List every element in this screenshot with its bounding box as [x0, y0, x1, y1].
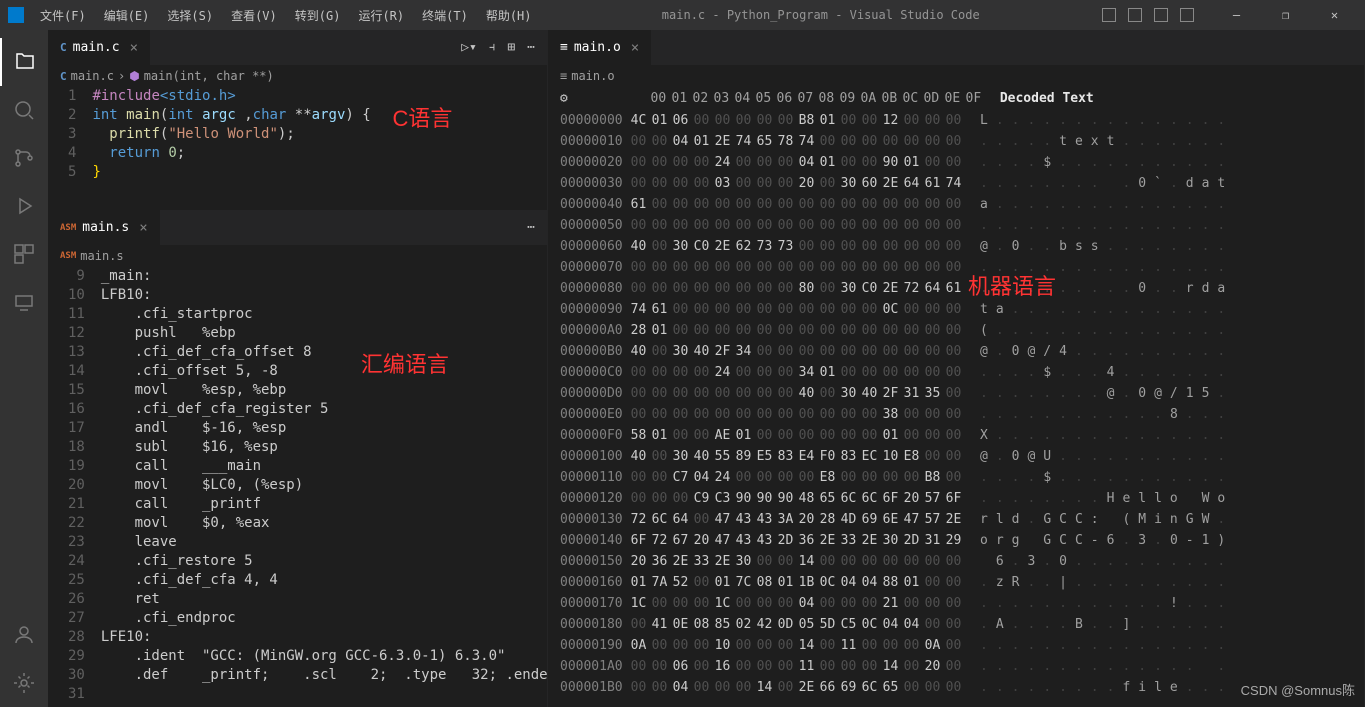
hex-row[interactable]: 000000907461000000000000000000000C000000… [548, 299, 1364, 320]
hex-row[interactable]: 000000A028010000000000000000000000000000… [548, 320, 1364, 341]
minimize-button[interactable]: — [1214, 0, 1259, 30]
menu-item[interactable]: 查看(V) [223, 3, 285, 28]
menu-item[interactable]: 帮助(H) [478, 3, 540, 28]
annotation-c: C语言 [392, 109, 452, 128]
gear-icon[interactable]: ⚙ [548, 91, 580, 106]
tab-main-c[interactable]: C main.c × [48, 30, 151, 65]
more-icon[interactable]: ⋯ [527, 220, 535, 235]
settings-gear-icon[interactable] [0, 659, 48, 707]
window-controls: — ❐ ✕ [1214, 0, 1357, 30]
c-file-icon: C [60, 41, 67, 54]
hex-row[interactable]: 000000B0400030402F3400000000000000000000… [548, 341, 1364, 362]
hex-row[interactable]: 000001A000000600160000001100000014002000… [548, 656, 1364, 677]
more-icon[interactable]: ⋯ [527, 40, 535, 55]
hex-row[interactable]: 0000004061000000000000000000000000000000… [548, 194, 1364, 215]
hex-row[interactable]: 0000007000000000000000000000000000000000… [548, 257, 1364, 278]
code-editor-c[interactable]: 12345 #include<stdio.h> int main(int arg… [48, 87, 547, 182]
close-icon[interactable]: × [631, 40, 639, 56]
editor-top: C main.c × ▷▾ ⫞ ⊞ ⋯ C main.c › ⬢ main [48, 30, 547, 210]
watermark: CSDN @Somnus陈 [1241, 680, 1355, 699]
run-debug-icon[interactable] [0, 182, 48, 230]
hex-row[interactable]: 00000130726C64004743433A20284D696E47572E… [548, 509, 1364, 530]
tab-label: main.c [73, 40, 120, 55]
hex-file-icon: ≡ [560, 40, 568, 55]
hex-row[interactable]: 0000015020362E332E3000001400000000000000… [548, 551, 1364, 572]
hex-row[interactable]: 000000800000000000000000800030C02E726461… [548, 278, 1364, 299]
decoded-label: Decoded Text [984, 91, 1094, 106]
editor-bottom: ASM main.s × ⋯ ASM main.s 91011121314151… [48, 210, 547, 707]
hex-row[interactable]: 0000018000410E088502420D055DC50C04040000… [548, 614, 1364, 635]
layout-panel-icon[interactable] [1128, 8, 1142, 22]
tab-label: main.o [574, 40, 621, 55]
menu-bar: 文件(F)编辑(E)选择(S)查看(V)转到(G)运行(R)终端(T)帮助(H) [32, 3, 540, 28]
cube-icon: ⬢ [129, 69, 139, 83]
asm-file-icon: ASM [60, 223, 76, 233]
layout-controls [1102, 8, 1194, 22]
account-icon[interactable] [0, 611, 48, 659]
source-control-icon[interactable] [0, 134, 48, 182]
menu-item[interactable]: 选择(S) [159, 3, 221, 28]
breadcrumb[interactable]: C main.c › ⬢ main(int, char **) [48, 65, 547, 87]
hex-row[interactable]: 000001701C0000001C0000000400000021000000… [548, 593, 1364, 614]
search-icon[interactable] [0, 86, 48, 134]
menu-item[interactable]: 终端(T) [414, 3, 476, 28]
breadcrumb[interactable]: ASM main.s [48, 245, 547, 267]
tab-label: main.s [82, 220, 129, 235]
hex-row[interactable]: 00000010000004012E7465787400000000000000… [548, 131, 1364, 152]
explorer-icon[interactable] [0, 38, 48, 86]
hex-row[interactable]: 000000C000000000240000003401000000000000… [548, 362, 1364, 383]
hex-editor[interactable]: 000000004C01060000000000B801000012000000… [548, 110, 1364, 707]
hex-row[interactable]: 0000005000000000000000000000000000000000… [548, 215, 1364, 236]
menu-item[interactable]: 运行(R) [350, 3, 412, 28]
hex-row[interactable]: 000001900A000000100000001400110000000A00… [548, 635, 1364, 656]
hex-row[interactable]: 00000060400030C02E6273730000000000000000… [548, 236, 1364, 257]
activity-bar [0, 30, 48, 707]
tab-main-o[interactable]: ≡ main.o × [548, 30, 652, 65]
layout-custom-icon[interactable] [1180, 8, 1194, 22]
close-icon[interactable]: × [139, 220, 147, 236]
remote-icon[interactable] [0, 278, 48, 326]
window-title: main.c - Python_Program - Visual Studio … [540, 8, 1103, 22]
split-editor-icon[interactable]: ⫞ [489, 40, 496, 55]
hex-header: ⚙ 000102030405060708090A0B0C0D0E0F Decod… [548, 87, 1364, 110]
hex-row[interactable]: 000000004C01060000000000B801000012000000… [548, 110, 1364, 131]
c-file-icon: C [60, 70, 67, 83]
hex-row[interactable]: 000000300000000003000000200030602E646174… [548, 173, 1364, 194]
hex-row[interactable]: 000000F058010000AE0100000000000001000000… [548, 425, 1364, 446]
close-icon[interactable]: × [130, 40, 138, 56]
hex-row[interactable]: 00000120000000C9C390909048656C6C6F20576F… [548, 488, 1364, 509]
layout-sidebar-left-icon[interactable] [1102, 8, 1116, 22]
asm-file-icon: ASM [60, 251, 76, 261]
hex-row[interactable]: 000001406F7267204743432D362E332E302D3129… [548, 530, 1364, 551]
close-button[interactable]: ✕ [1312, 0, 1357, 30]
hex-row[interactable]: 000000E000000000000000000000000038000000… [548, 404, 1364, 425]
vscode-logo-icon [8, 7, 24, 23]
layout-sidebar-right-icon[interactable] [1154, 8, 1168, 22]
hex-row[interactable]: 00000160017A5200017C08011B0C040488010000… [548, 572, 1364, 593]
hex-row[interactable]: 000000D00000000000000000400030402F313500… [548, 383, 1364, 404]
code-editor-asm[interactable]: 9101112131415161718192021222324252627282… [48, 267, 547, 704]
menu-item[interactable]: 编辑(E) [96, 3, 158, 28]
diff-icon[interactable]: ⊞ [507, 40, 515, 55]
hex-row[interactable]: 000001100000C7042400000000E800000000B800… [548, 467, 1364, 488]
titlebar: 文件(F)编辑(E)选择(S)查看(V)转到(G)运行(R)终端(T)帮助(H)… [0, 0, 1365, 30]
breadcrumb[interactable]: ≡ main.o [548, 65, 1364, 87]
menu-item[interactable]: 文件(F) [32, 3, 94, 28]
tab-main-s[interactable]: ASM main.s × [48, 210, 161, 245]
hex-file-icon: ≡ [560, 69, 567, 83]
hex-row[interactable]: 0000002000000000240000000401000090010000… [548, 152, 1364, 173]
extensions-icon[interactable] [0, 230, 48, 278]
hex-row[interactable]: 00000100400030405589E583E4F083EC10E80000… [548, 446, 1364, 467]
run-dropdown-icon[interactable]: ▷▾ [461, 40, 477, 55]
menu-item[interactable]: 转到(G) [287, 3, 349, 28]
maximize-button[interactable]: ❐ [1263, 0, 1308, 30]
